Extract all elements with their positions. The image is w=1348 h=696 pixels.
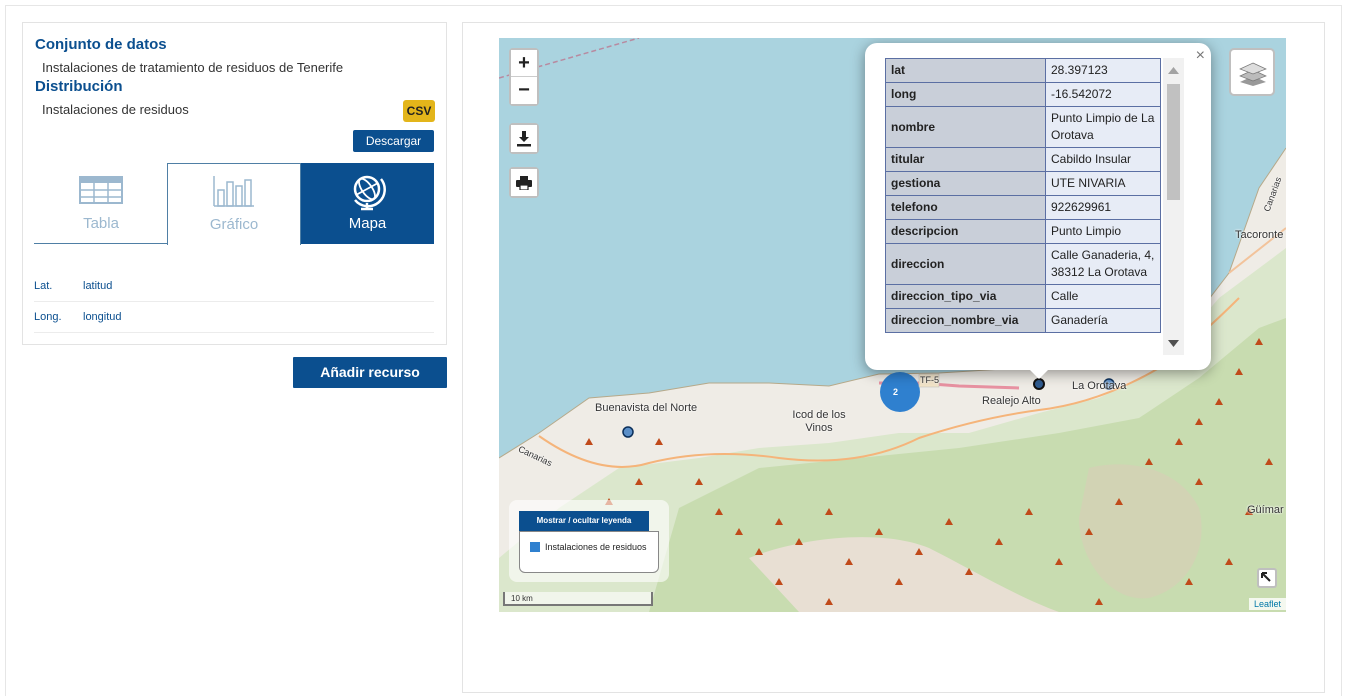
place-realejo: Realejo Alto [982, 395, 1041, 407]
attribute-row: lat 28.397123 [885, 58, 1161, 83]
popup-scrollbar[interactable] [1163, 58, 1184, 355]
attribute-value: -16.542072 [1045, 82, 1161, 107]
zoom-control: + − [509, 48, 539, 106]
legend-swatch [530, 542, 540, 552]
tab-tabla-label: Tabla [83, 215, 119, 232]
attribute-key: direccion_tipo_via [885, 284, 1046, 309]
attribute-row: nombre Punto Limpio de La Orotava [885, 106, 1161, 148]
download-icon[interactable] [511, 125, 537, 152]
legend-container: Mostrar / ocultar leyenda Instalaciones … [509, 500, 669, 582]
table-icon [79, 173, 123, 209]
print-control [509, 167, 539, 198]
attribute-row: telefono 922629961 [885, 195, 1161, 220]
attribute-row: gestiona UTE NIVARIA [885, 171, 1161, 196]
globe-icon [350, 173, 386, 215]
attribute-value: UTE NIVARIA [1045, 171, 1161, 196]
field-value: longitud [83, 311, 122, 323]
attribute-value: 922629961 [1045, 195, 1161, 220]
layers-control[interactable] [1229, 48, 1275, 96]
scroll-thumb[interactable] [1167, 84, 1180, 200]
legend-panel: Instalaciones de residuos [519, 531, 659, 573]
attribute-row: direccion_tipo_via Calle [885, 284, 1161, 309]
road-label-tf5: TF-5 [920, 375, 939, 385]
attribute-key: long [885, 82, 1046, 107]
tab-tabla[interactable]: Tabla [34, 163, 168, 244]
dataset-heading: Conjunto de datos [35, 36, 167, 53]
attribute-key: descripcion [885, 219, 1046, 244]
attribute-row: descripcion Punto Limpio [885, 219, 1161, 244]
place-icod: Icod de los Vinos [792, 409, 846, 434]
tab-mapa-label: Mapa [348, 215, 387, 232]
download-map-control [509, 123, 539, 154]
field-value: latitud [83, 280, 113, 292]
attribute-value: Calle Ganaderia, 4, 38312 La Orotava [1045, 243, 1161, 285]
layers-icon [1239, 60, 1267, 91]
popup-table-scroll[interactable]: lat 28.397123 long -16.542072 nombre Punto Li… [885, 58, 1185, 355]
popup-tip [1028, 368, 1050, 379]
attribute-key: nombre [885, 106, 1046, 148]
legend-toggle-button[interactable]: Mostrar / ocultar leyenda [519, 511, 649, 531]
scroll-down-icon[interactable] [1168, 340, 1179, 347]
bar-chart-icon [212, 174, 256, 212]
attribute-value: Cabildo Insular [1045, 147, 1161, 172]
attribute-key: lat [885, 58, 1046, 83]
attribute-key: direccion_nombre_via [885, 308, 1046, 333]
cluster-marker[interactable]: 2 [893, 386, 898, 399]
distribution-name: Instalaciones de residuos [42, 102, 189, 117]
place-orotava: La Orotava [1072, 380, 1127, 392]
add-resource-button[interactable]: Añadir recurso [293, 357, 447, 388]
attribute-key: titular [885, 147, 1046, 172]
attribute-row: long -16.542072 [885, 82, 1161, 107]
field-key: Long. [34, 311, 62, 323]
attribute-value: Ganadería [1045, 308, 1161, 333]
expand-arrow-icon [1261, 571, 1273, 589]
attribute-row: direccion_nombre_via Ganadería [885, 308, 1161, 333]
expand-control[interactable] [1257, 568, 1277, 588]
place-guimar: Güímar [1247, 504, 1284, 516]
tab-grafico[interactable]: Gráfico [167, 163, 301, 245]
attribute-key: telefono [885, 195, 1046, 220]
tab-grafico-label: Gráfico [209, 216, 259, 233]
distribution-heading: Distribución [35, 78, 123, 95]
dataset-name: Instalaciones de tratamiento de residuos… [42, 60, 344, 75]
legend-item-label: Instalaciones de residuos [545, 542, 647, 552]
field-key: Lat. [34, 280, 53, 292]
attribution[interactable]: Leaflet [1248, 598, 1286, 610]
attribute-value: 28.397123 [1045, 58, 1161, 83]
attribute-row: direccion Calle Ganaderia, 4, 38312 La Or… [885, 243, 1161, 285]
format-badge: CSV [403, 100, 435, 122]
attribute-value: Punto Limpio [1045, 219, 1161, 244]
zoom-in-button[interactable]: + [511, 50, 537, 77]
tab-mapa[interactable]: Mapa [301, 163, 434, 244]
zoom-out-button[interactable]: − [511, 77, 537, 104]
resource-card: Conjunto de datos Instalaciones de trata… [22, 22, 447, 345]
attribute-row: titular Cabildo Insular [885, 147, 1161, 172]
scale-bar: 10 km [503, 592, 653, 606]
place-tacoronte: Tacoronte [1235, 229, 1284, 241]
scroll-up-icon[interactable] [1168, 67, 1179, 74]
print-icon[interactable] [511, 169, 537, 196]
attribute-value: Punto Limpio de La Orotava [1045, 106, 1161, 148]
map-viewport[interactable]: Buenavista del Norte Icod de los Vinos R… [499, 38, 1286, 612]
field-row-lat: Lat. latitud [34, 271, 434, 302]
field-row-long: Long. longitud [34, 302, 434, 333]
close-icon[interactable]: × [1196, 47, 1205, 65]
feature-popup: × lat 28.397123 long -16.542072 nombre Punto … [865, 43, 1211, 370]
place-buenavista: Buenavista del Norte [595, 402, 698, 414]
attribute-key: direccion [885, 243, 1046, 285]
attribute-table: lat 28.397123 long -16.542072 nombre Punto Li… [885, 58, 1161, 333]
attribution-label: Leaflet [1253, 599, 1281, 609]
attribute-value: Calle [1045, 284, 1161, 309]
download-button[interactable]: Descargar [353, 130, 434, 152]
attribute-key: gestiona [885, 171, 1046, 196]
